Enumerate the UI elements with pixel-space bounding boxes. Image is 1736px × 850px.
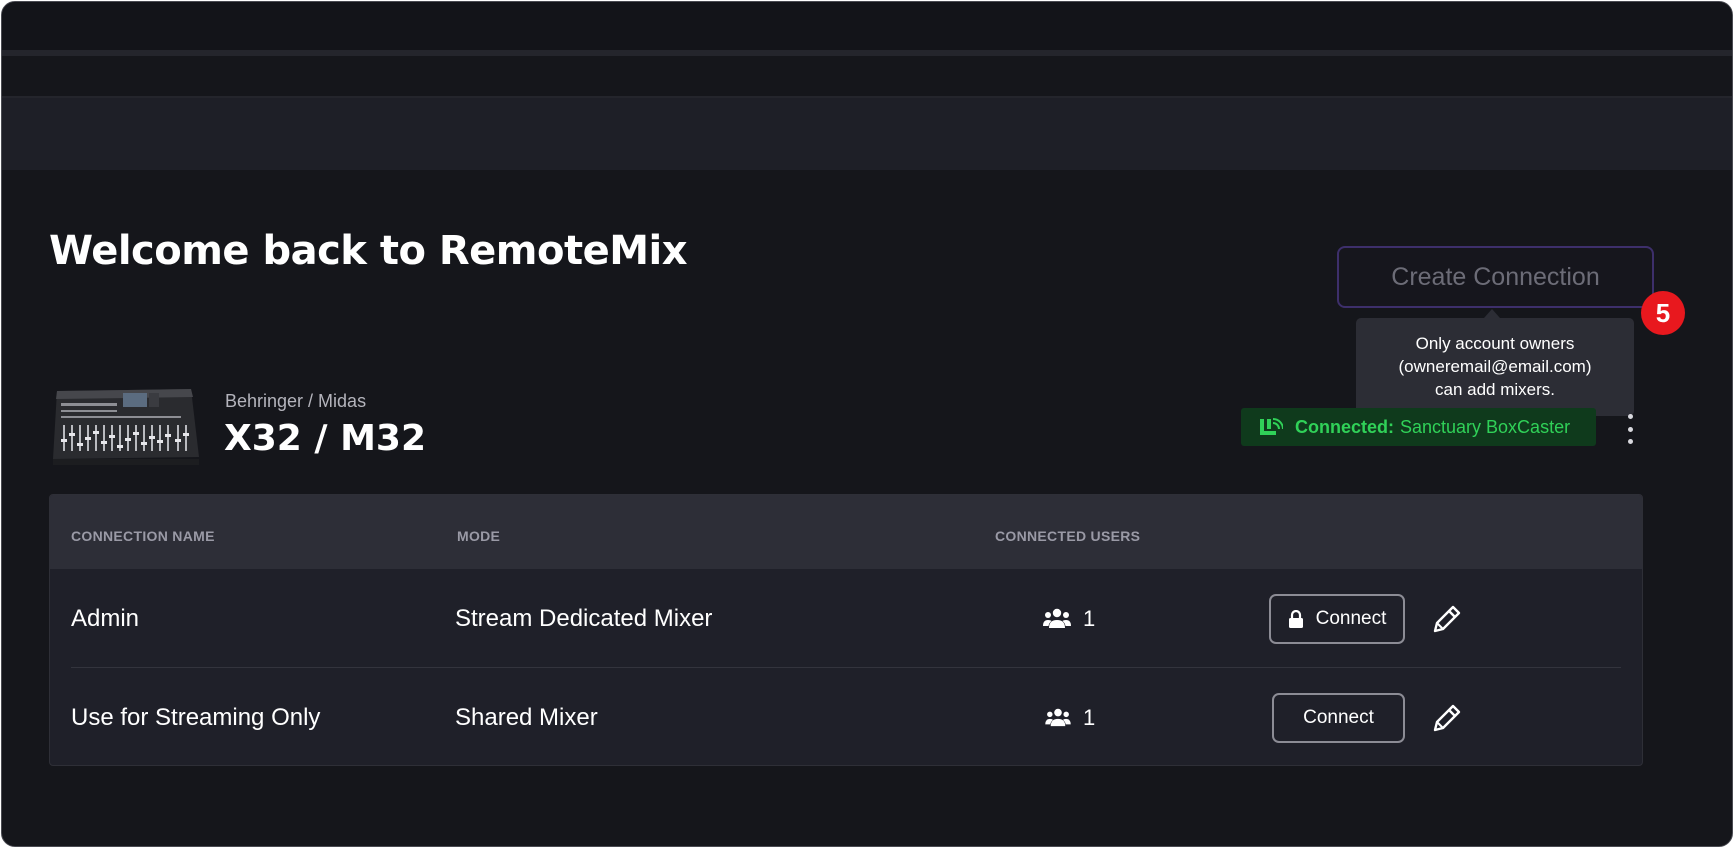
kebab-menu-icon[interactable] <box>1620 414 1640 444</box>
users-icon <box>1043 608 1071 628</box>
mixer-brand: Behringer / Midas <box>225 391 367 411</box>
nav-bar <box>2 56 1732 98</box>
connection-status-badge: Connected: Sanctuary BoxCaster <box>1241 408 1596 446</box>
mixer-model: X32 / M32 <box>224 418 426 459</box>
tooltip-line-2: (owneremail@email.com) <box>1398 357 1592 376</box>
mixer-console-image <box>53 389 199 465</box>
step-badge: 5 <box>1641 291 1685 335</box>
users-count: 1 <box>1083 704 1096 730</box>
pencil-icon[interactable] <box>1431 603 1463 635</box>
top-bar <box>2 2 1732 56</box>
permission-tooltip: Only account owners (owneremail@email.co… <box>1356 318 1634 416</box>
users-icon <box>1045 708 1071 726</box>
create-connection-button[interactable]: Create Connection <box>1337 246 1654 308</box>
status-value: Sanctuary BoxCaster <box>1400 416 1571 437</box>
connected-users: 1 <box>1043 606 1095 632</box>
table-header: CONNECTION NAME MODE CONNECTED USERS <box>50 495 1642 569</box>
connect-button[interactable]: Connect <box>1272 692 1405 743</box>
connection-mode: Stream Dedicated Mixer <box>455 604 713 632</box>
status-label: Connected: <box>1295 416 1394 437</box>
lock-icon <box>1288 609 1304 628</box>
tooltip-line-1: Only account owners <box>1415 334 1575 353</box>
pencil-icon[interactable] <box>1431 702 1463 734</box>
connection-name: Admin <box>71 604 140 632</box>
connected-users: 1 <box>1045 705 1095 731</box>
users-count: 1 <box>1083 605 1096 631</box>
broadcast-icon <box>1259 417 1283 437</box>
tooltip-arrow <box>1484 309 1500 318</box>
tooltip-line-3: can add mixers. <box>1435 380 1555 399</box>
header-mode: MODE <box>457 528 501 544</box>
header-connected-users: CONNECTED USERS <box>995 528 1141 544</box>
table-row: Use for Streaming Only Shared Mixer 1 Co… <box>50 668 1642 765</box>
page-title: Welcome back to RemoteMix <box>49 228 688 274</box>
connect-button-label: Connect <box>1303 706 1374 728</box>
connection-name: Use for Streaming Only <box>71 703 321 731</box>
connection-mode: Shared Mixer <box>455 703 598 731</box>
connect-button[interactable]: Connect <box>1269 593 1405 644</box>
table-row: Admin Stream Dedicated Mixer 1 Connect <box>50 569 1642 668</box>
header-connection-name: CONNECTION NAME <box>71 528 215 544</box>
connect-button-label: Connect <box>1315 607 1387 629</box>
sub-header <box>2 98 1732 170</box>
connections-table: CONNECTION NAME MODE CONNECTED USERS Adm… <box>49 494 1643 766</box>
